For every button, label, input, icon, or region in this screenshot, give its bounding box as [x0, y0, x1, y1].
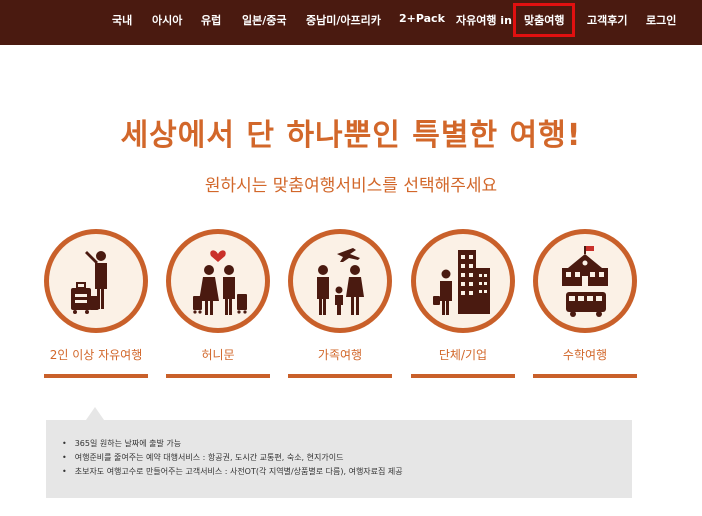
- service-underline: [288, 374, 392, 378]
- info-bullet: 여행준비를 줄여주는 예약 대행서비스 : 항공권, 도시간 교통편, 숙소, …: [62, 451, 403, 465]
- service-underline: [166, 374, 270, 378]
- nav-item-custom-travel[interactable]: 맞춤여행: [512, 3, 576, 37]
- info-bullet: 365일 원하는 날짜에 출발 가능: [62, 437, 403, 451]
- service-circle: [166, 229, 270, 333]
- service-family[interactable]: 가족여행: [288, 229, 392, 389]
- nav-item-latin-america-africa[interactable]: 중남미/아프리카: [306, 12, 381, 28]
- nav-item-europe[interactable]: 유럽: [201, 12, 221, 28]
- service-free-travel[interactable]: 2인 이상 자유여행: [44, 229, 148, 389]
- main-nav: 국내 아시아 유럽 일본/중국 중남미/아프리카 2+Pack 자유여행 in …: [0, 0, 702, 45]
- service-label[interactable]: 수학여행: [513, 346, 657, 363]
- service-school-trip[interactable]: 수학여행: [533, 229, 637, 389]
- service-info-list: 365일 원하는 날짜에 출발 가능 여행준비를 줄여주는 예약 대행서비스 :…: [62, 437, 403, 479]
- nav-item-asia[interactable]: 아시아: [152, 12, 182, 28]
- service-circle: [288, 229, 392, 333]
- service-circle: [411, 229, 515, 333]
- nav-item-2pack[interactable]: 2+Pack: [399, 12, 445, 25]
- school-bus-icon: [562, 246, 608, 317]
- service-group-corporate[interactable]: 단체/기업: [411, 229, 515, 389]
- nav-item-domestic[interactable]: 국내: [112, 12, 132, 28]
- page-subtitle: 원하시는 맞춤여행서비스를 선택해주세요: [204, 176, 498, 196]
- info-box-pointer: [86, 407, 104, 420]
- service-circle: [44, 229, 148, 333]
- couple-heart-icon: [193, 250, 247, 315]
- nav-item-login[interactable]: 로그인: [646, 12, 676, 28]
- family-airplane-icon: [317, 248, 364, 315]
- page-title: 세상에서 단 하나뿐인 특별한 여행!: [120, 118, 582, 153]
- nav-item-reviews[interactable]: 고객후기: [587, 12, 627, 28]
- service-circle: [533, 229, 637, 333]
- service-underline: [411, 374, 515, 378]
- service-honeymoon[interactable]: 허니문: [166, 229, 270, 389]
- traveler-luggage-icon: [71, 251, 107, 314]
- service-underline: [44, 374, 148, 378]
- nav-item-japan-china[interactable]: 일본/중국: [242, 12, 287, 28]
- business-buildings-icon: [433, 250, 490, 315]
- info-bullet: 초보자도 여행고수로 만들어주는 고객서비스 : 사전OT(각 지역별/상품별로…: [62, 465, 403, 479]
- service-underline: [533, 374, 637, 378]
- nav-item-free-travel-in[interactable]: 자유여행 in: [456, 12, 512, 28]
